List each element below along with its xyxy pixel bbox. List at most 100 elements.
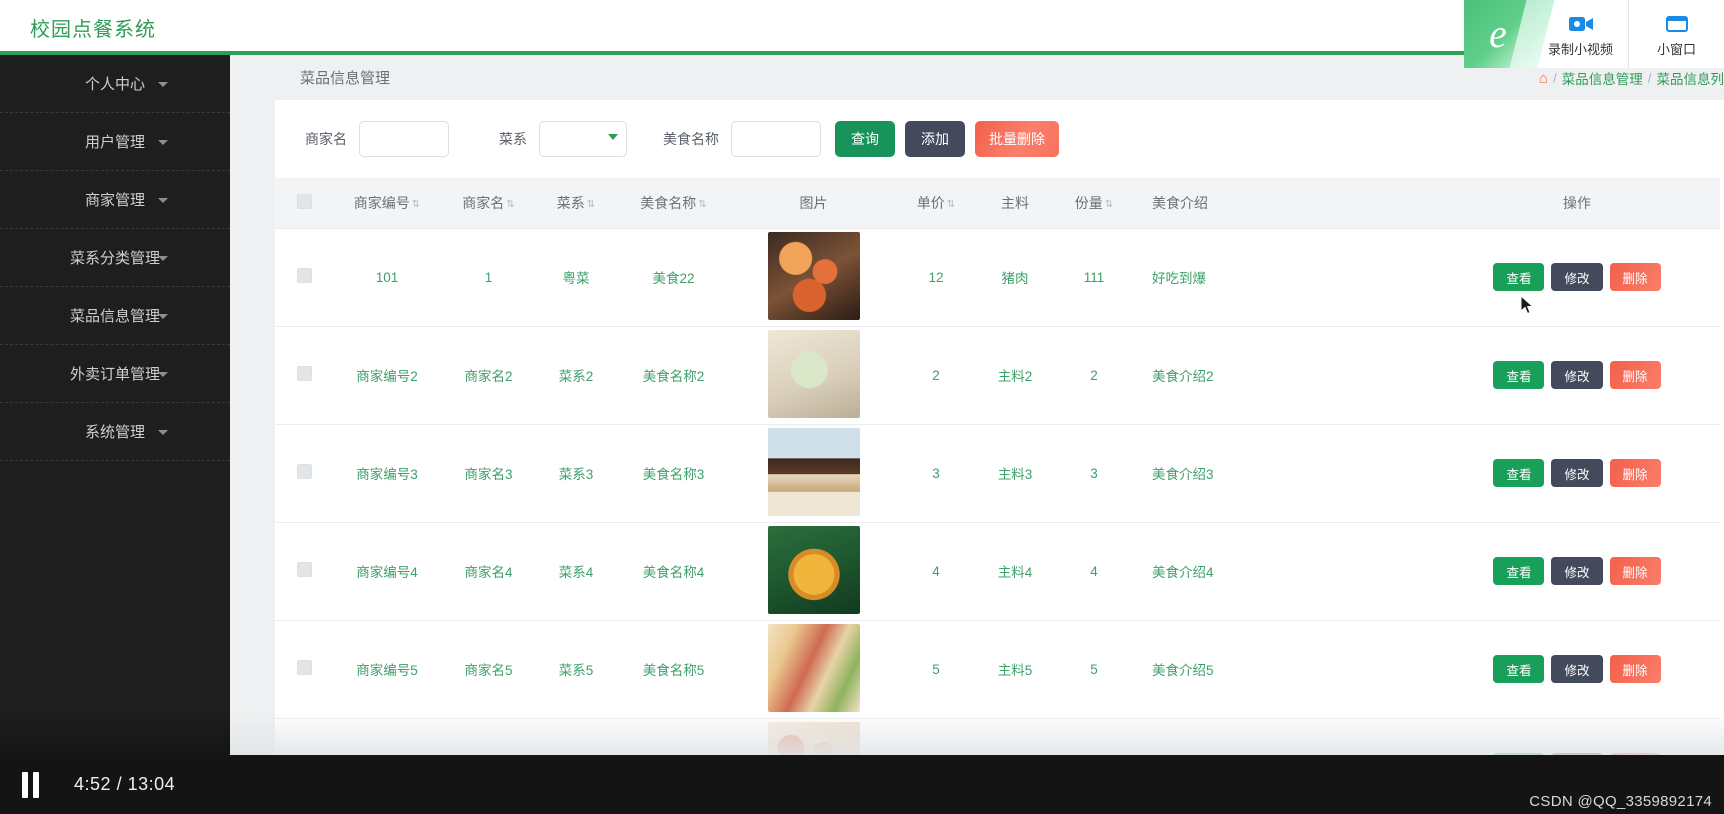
- th-food-name[interactable]: 美食名称 ⇅: [616, 178, 731, 229]
- td-main-ingredient: 猪肉: [976, 228, 1054, 327]
- sidebar-item-label: 个人中心: [84, 76, 145, 93]
- td-merchant-no: 商家编号4: [333, 522, 441, 621]
- sidebar-item-dish-info-management[interactable]: 菜品信息管理: [0, 287, 230, 345]
- select-all-checkbox[interactable]: [296, 193, 312, 209]
- page-title: 校园点餐系统: [30, 19, 156, 41]
- row-checkbox[interactable]: [296, 562, 312, 577]
- th-cuisine[interactable]: 菜系 ⇅: [536, 178, 616, 229]
- td-cuisine: 粤菜: [536, 228, 616, 327]
- td-portion: 3: [1054, 424, 1134, 523]
- breadcrumb-separator: /: [1552, 70, 1557, 86]
- td-food-name: 美食名称3: [616, 424, 731, 523]
- dish-thumbnail[interactable]: [767, 427, 860, 516]
- td-merchant-no: 101: [333, 228, 441, 327]
- th-select-all: [275, 178, 333, 229]
- table-row: 商家编号2 商家名2 菜系2 美食名称2 2 主料2 2 美食介绍2 查看 修改…: [275, 326, 1720, 425]
- th-portion[interactable]: 份量 ⇅: [1054, 178, 1134, 229]
- th-label: 商家名: [462, 194, 505, 211]
- table-header-row: 商家编号 ⇅ 商家名 ⇅ 菜系 ⇅ 美食名称 ⇅ 图片 单价 ⇅ 主料 份量 ⇅ 美食介绍 …: [275, 178, 1720, 229]
- td-intro: 好吃到爆: [1134, 228, 1434, 327]
- table-body: 101 1 粤菜 美食22 12 猪肉 111 好吃到爆 查看 修改 删除 商家…: [275, 228, 1720, 814]
- row-action-group: 查看 修改 删除: [1434, 263, 1720, 291]
- td-price: 3: [896, 424, 976, 523]
- table-row: 商家编号3 商家名3 菜系3 美食名称3 3 主料3 3 美食介绍3 查看 修改…: [275, 424, 1720, 523]
- view-button[interactable]: 查看: [1493, 361, 1545, 389]
- dish-thumbnail[interactable]: [767, 623, 860, 712]
- sidebar-item-personal-center[interactable]: 个人中心: [0, 55, 230, 113]
- delete-button[interactable]: 删除: [1609, 459, 1661, 487]
- th-intro: 美食介绍: [1134, 178, 1434, 229]
- current-time: 4:52: [74, 774, 112, 794]
- td-select: [275, 326, 333, 425]
- total-time: 13:04: [127, 774, 176, 794]
- breadcrumb-item-dish-info-list[interactable]: 菜品信息列: [1657, 68, 1724, 88]
- sidebar-item-system-management[interactable]: 系统管理: [0, 403, 230, 461]
- dish-table: 商家编号 ⇅ 商家名 ⇅ 菜系 ⇅ 美食名称 ⇅ 图片 单价 ⇅ 主料 份量 ⇅ 美食介绍 …: [275, 178, 1720, 814]
- cuisine-select[interactable]: [539, 121, 627, 157]
- th-price[interactable]: 单价 ⇅: [896, 178, 976, 229]
- th-merchant-name[interactable]: 商家名 ⇅: [441, 178, 536, 229]
- delete-button[interactable]: 删除: [1609, 263, 1661, 291]
- page-bar-title: 菜品信息管理: [300, 70, 391, 87]
- view-button[interactable]: 查看: [1493, 557, 1545, 585]
- th-merchant-no[interactable]: 商家编号 ⇅: [333, 178, 441, 229]
- dish-thumbnail[interactable]: [767, 231, 860, 320]
- delete-button[interactable]: 删除: [1609, 655, 1661, 683]
- row-checkbox[interactable]: [296, 268, 312, 283]
- edit-button[interactable]: 修改: [1551, 557, 1603, 585]
- video-time-display: 4:52 / 13:04: [74, 774, 175, 795]
- home-icon[interactable]: ⌂: [1539, 71, 1548, 86]
- table-wrapper: 商家编号 ⇅ 商家名 ⇅ 菜系 ⇅ 美食名称 ⇅ 图片 单价 ⇅ 主料 份量 ⇅ 美食介绍 …: [275, 178, 1724, 814]
- small-window-button[interactable]: 小窗口: [1628, 0, 1724, 68]
- sort-icon: ⇅: [698, 198, 707, 210]
- edit-button[interactable]: 修改: [1551, 361, 1603, 389]
- record-video-label: 录制小视频: [1547, 41, 1613, 57]
- dish-thumbnail[interactable]: [767, 329, 860, 418]
- pause-button[interactable]: [22, 771, 48, 798]
- query-button[interactable]: 查询: [835, 121, 895, 157]
- td-main-ingredient: 主料4: [976, 522, 1054, 621]
- td-image: [731, 424, 896, 523]
- chevron-down-icon: [158, 429, 168, 435]
- sort-icon: ⇅: [1104, 198, 1114, 210]
- td-cuisine: 菜系3: [536, 424, 616, 523]
- row-checkbox[interactable]: [296, 366, 312, 381]
- ie-glyph: e: [1489, 11, 1507, 56]
- edit-button[interactable]: 修改: [1551, 459, 1603, 487]
- th-label: 菜系: [556, 194, 585, 211]
- view-button[interactable]: 查看: [1493, 459, 1545, 487]
- th-image: 图片: [731, 178, 896, 229]
- view-button[interactable]: 查看: [1493, 655, 1545, 683]
- sort-icon: ⇅: [946, 198, 956, 210]
- td-select: [275, 424, 333, 523]
- table-row: 商家编号5 商家名5 菜系5 美食名称5 5 主料5 5 美食介绍5 查看 修改…: [275, 620, 1720, 719]
- th-label: 商家编号: [353, 194, 410, 211]
- dish-thumbnail[interactable]: [767, 525, 860, 614]
- breadcrumb-item-dish-info-management[interactable]: 菜品信息管理: [1562, 68, 1643, 88]
- sidebar-item-takeout-order-management[interactable]: 外卖订单管理: [0, 345, 230, 403]
- add-button[interactable]: 添加: [905, 121, 965, 157]
- view-button[interactable]: 查看: [1493, 263, 1545, 291]
- delete-button[interactable]: 删除: [1609, 361, 1661, 389]
- edit-button[interactable]: 修改: [1551, 263, 1603, 291]
- sidebar-item-user-management[interactable]: 用户管理: [0, 113, 230, 171]
- th-label: 主料: [1001, 194, 1029, 211]
- merchant-name-input[interactable]: [359, 121, 449, 157]
- filter-bar: 商家名 菜系 美食名称 查询 添加 批量删除: [275, 100, 1724, 178]
- td-price: 2: [896, 326, 976, 425]
- food-name-input[interactable]: [731, 121, 821, 157]
- small-window-icon: [1665, 15, 1688, 32]
- row-checkbox[interactable]: [296, 464, 312, 479]
- row-checkbox[interactable]: [296, 660, 312, 675]
- td-merchant-name: 商家名4: [441, 522, 536, 621]
- delete-button[interactable]: 删除: [1609, 557, 1661, 585]
- th-actions: 操作: [1434, 178, 1720, 229]
- sidebar-item-merchant-management[interactable]: 商家管理: [0, 171, 230, 229]
- sidebar-item-cuisine-category-management[interactable]: 菜系分类管理: [0, 229, 230, 287]
- td-select: [275, 228, 333, 327]
- td-image: [731, 326, 896, 425]
- td-main-ingredient: 主料5: [976, 620, 1054, 719]
- td-portion: 2: [1054, 326, 1134, 425]
- edit-button[interactable]: 修改: [1551, 655, 1603, 683]
- batch-delete-button[interactable]: 批量删除: [975, 121, 1059, 157]
